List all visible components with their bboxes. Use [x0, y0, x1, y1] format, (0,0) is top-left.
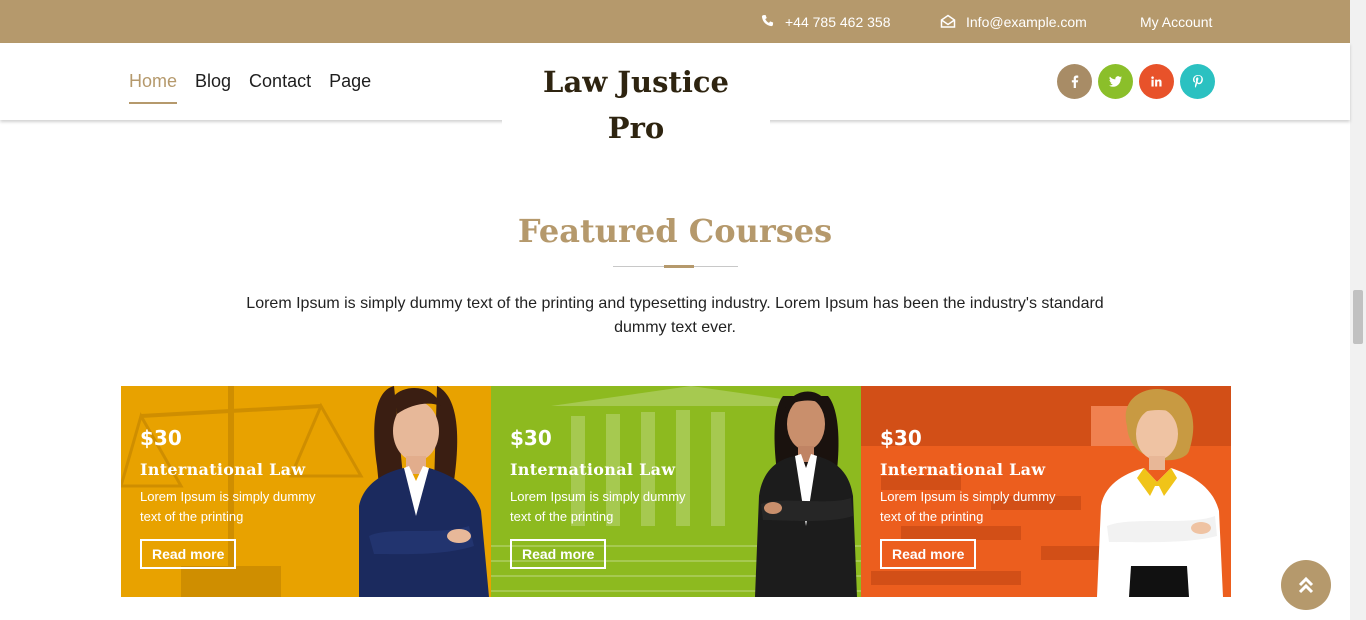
- nav-item-blog[interactable]: Blog: [195, 67, 231, 96]
- scrollbar-thumb[interactable]: [1353, 290, 1363, 344]
- course-price: $30: [880, 426, 922, 450]
- email-address: Info@example.com: [966, 13, 1087, 30]
- twitter-icon[interactable]: [1098, 64, 1133, 99]
- email-contact[interactable]: Info@example.com: [940, 0, 1087, 43]
- title-divider-accent: [664, 265, 694, 268]
- nav-item-contact[interactable]: Contact: [249, 67, 311, 96]
- social-links: [1057, 64, 1215, 99]
- course-title: International Law: [880, 460, 1046, 479]
- section-title: Featured Courses: [517, 212, 833, 250]
- nav-item-page[interactable]: Page: [329, 67, 371, 96]
- linkedin-icon[interactable]: [1139, 64, 1174, 99]
- site-logo[interactable]: Law Justice Pro: [502, 43, 770, 161]
- phone-contact[interactable]: +44 785 462 358: [760, 0, 891, 43]
- double-chevron-up-icon: [1298, 576, 1314, 594]
- course-description: Lorem Ipsum is simply dummy text of the …: [140, 489, 316, 524]
- course-card-content: $30 International Law Lorem Ipsum is sim…: [880, 426, 1080, 569]
- course-price: $30: [140, 426, 182, 450]
- course-card-content: $30 International Law Lorem Ipsum is sim…: [140, 426, 340, 569]
- course-price: $30: [510, 426, 552, 450]
- course-card-content: $30 International Law Lorem Ipsum is sim…: [510, 426, 710, 569]
- lawyer-photo: [359, 386, 489, 597]
- back-to-top-button[interactable]: [1281, 560, 1331, 610]
- course-card: $30 International Law Lorem Ipsum is sim…: [861, 386, 1231, 597]
- read-more-button[interactable]: Read more: [510, 539, 607, 569]
- page-scrollbar[interactable]: [1350, 0, 1366, 620]
- read-more-button[interactable]: Read more: [880, 539, 977, 569]
- course-description: Lorem Ipsum is simply dummy text of the …: [510, 489, 686, 524]
- phone-icon: [760, 14, 775, 29]
- course-card: $30 International Law Lorem Ipsum is sim…: [491, 386, 861, 597]
- my-account-link[interactable]: My Account: [1140, 0, 1212, 43]
- top-bar: +44 785 462 358 Info@example.com My Acco…: [0, 0, 1350, 43]
- envelope-icon: [940, 14, 956, 29]
- course-card: $30 International Law Lorem Ipsum is sim…: [121, 386, 491, 597]
- pinterest-icon[interactable]: [1180, 64, 1215, 99]
- main-nav: Home Blog Contact Page: [129, 43, 371, 120]
- logo-text: Law Justice Pro: [543, 65, 729, 145]
- course-cards: $30 International Law Lorem Ipsum is sim…: [121, 386, 1231, 597]
- lawyer-photo: [755, 391, 857, 597]
- course-description: Lorem Ipsum is simply dummy text of the …: [880, 489, 1056, 524]
- phone-number: +44 785 462 358: [785, 13, 891, 30]
- my-account-label: My Account: [1140, 13, 1213, 30]
- facebook-icon[interactable]: [1057, 64, 1092, 99]
- section-description: Lorem Ipsum is simply dummy text of the …: [246, 295, 1104, 336]
- course-title: International Law: [510, 460, 676, 479]
- course-title: International Law: [140, 460, 306, 479]
- lawyer-photo: [1097, 389, 1223, 597]
- read-more-button[interactable]: Read more: [140, 539, 237, 569]
- nav-item-home[interactable]: Home: [129, 67, 178, 104]
